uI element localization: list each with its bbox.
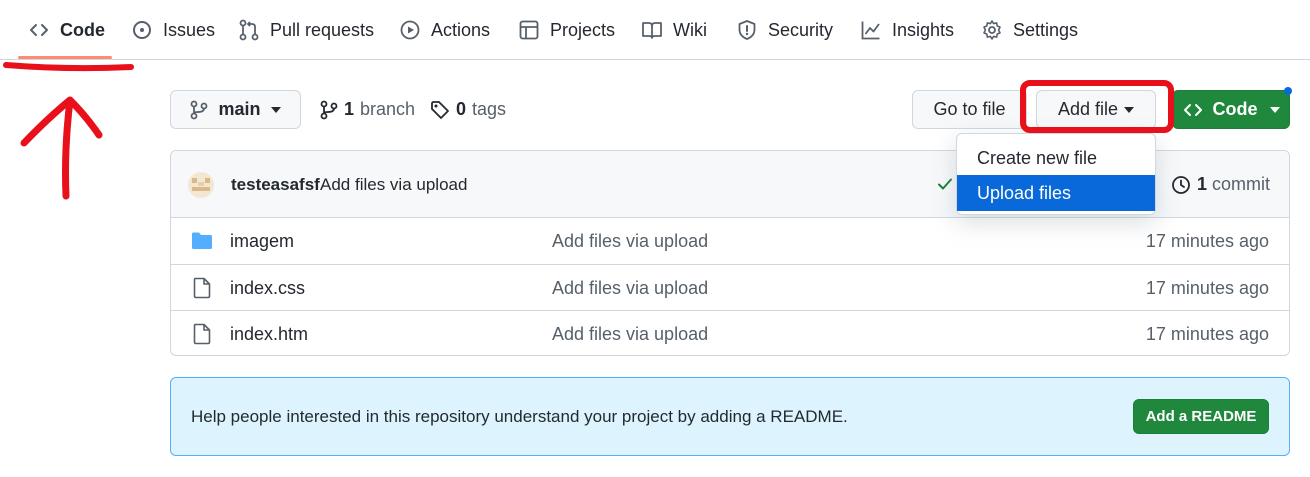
play-icon [399, 19, 421, 41]
table-icon [518, 19, 540, 41]
notification-dot [1284, 87, 1292, 95]
code-button[interactable]: Code [1172, 90, 1290, 129]
tab-actions[interactable]: Actions [399, 0, 490, 60]
chevron-down-icon [270, 106, 281, 113]
commit-message[interactable]: Add files via upload [320, 151, 467, 218]
tab-label: Actions [431, 19, 491, 40]
add-file-label: Add file [1057, 99, 1119, 119]
tag-icon [430, 100, 450, 120]
code-button-label: Code [1212, 99, 1258, 119]
tab-label: Pull requests [270, 19, 375, 40]
readme-banner-text: Help people interested in this repositor… [191, 406, 848, 426]
tab-insights[interactable]: Insights [860, 0, 954, 60]
commit-count: 1 [1197, 174, 1208, 194]
tab-projects[interactable]: Projects [518, 0, 615, 60]
tab-wiki[interactable]: Wiki [641, 0, 707, 60]
tab-selected-underline [18, 56, 112, 59]
branch-name: main [218, 99, 261, 119]
readme-banner: Help people interested in this repositor… [170, 377, 1290, 456]
tab-pull-requests[interactable]: Pull requests [238, 0, 374, 60]
pull-request-icon [238, 19, 260, 41]
branch-count: 1 [344, 99, 355, 119]
file-age: 17 minutes ago [1145, 230, 1269, 251]
menu-item-upload-files[interactable]: Upload files [957, 175, 1155, 211]
file-commit-message[interactable]: Add files via upload [552, 311, 708, 355]
book-icon [641, 19, 663, 41]
go-to-file-button[interactable]: Go to file [912, 90, 1027, 129]
repo-nav: Code Issues Pull requests Actions Projec… [0, 0, 1310, 60]
tab-label: Insights [892, 19, 955, 40]
tab-label: Code [60, 19, 105, 40]
commit-history-link[interactable]: 1 commit [1171, 151, 1270, 218]
tab-label: Issues [163, 19, 216, 40]
tab-label: Settings [1013, 19, 1079, 40]
branch-label: branch [360, 99, 416, 119]
branch-icon [190, 100, 208, 120]
file-name[interactable]: imagem [230, 218, 294, 264]
tag-label: tags [472, 99, 507, 119]
code-icon [1183, 101, 1203, 119]
tab-code[interactable]: Code [28, 0, 105, 60]
file-age: 17 minutes ago [1145, 277, 1269, 298]
menu-item-create-new-file[interactable]: Create new file [957, 140, 1155, 176]
folder-icon [191, 218, 213, 264]
commit-author[interactable]: testeasafsf [231, 151, 320, 218]
graph-icon [860, 19, 882, 41]
tab-label: Wiki [673, 19, 707, 40]
go-to-file-label: Go to file [933, 99, 1006, 119]
branches-link[interactable]: 1 branch [320, 90, 415, 129]
add-readme-label: Add a README [1145, 408, 1257, 425]
file-name[interactable]: index.css [230, 265, 305, 311]
tab-security[interactable]: Security [736, 0, 833, 60]
annotation-underline [3, 62, 134, 72]
tags-link[interactable]: 0 tags [430, 90, 506, 129]
table-row[interactable]: index.htm Add files via upload 17 minute… [171, 310, 1289, 355]
issue-icon [131, 19, 153, 41]
file-commit-message[interactable]: Add files via upload [552, 265, 708, 311]
file-icon [192, 265, 212, 311]
check-icon [936, 175, 954, 193]
file-icon [192, 311, 212, 355]
shield-icon [736, 19, 758, 41]
avatar[interactable] [188, 172, 214, 198]
gear-icon [981, 19, 1003, 41]
add-readme-button[interactable]: Add a README [1133, 399, 1269, 434]
tag-count: 0 [456, 99, 467, 119]
code-icon [28, 19, 50, 41]
branch-select-button[interactable]: main [170, 90, 301, 129]
commit-count-label: commit [1212, 174, 1271, 194]
tab-label: Security [768, 19, 834, 40]
table-row[interactable]: imagem Add files via upload 17 minutes a… [171, 218, 1289, 264]
chevron-down-icon [1269, 106, 1280, 113]
chevron-down-icon [1124, 106, 1135, 113]
tab-issues[interactable]: Issues [131, 0, 215, 60]
table-row[interactable]: index.css Add files via upload 17 minute… [171, 264, 1289, 310]
file-name[interactable]: index.htm [230, 311, 308, 355]
tab-settings[interactable]: Settings [981, 0, 1078, 60]
branch-icon [320, 100, 338, 120]
add-file-button[interactable]: Add file [1036, 90, 1156, 129]
annotation-arrow [20, 96, 103, 200]
tab-label: Projects [550, 19, 616, 40]
history-icon [1171, 175, 1191, 195]
file-commit-message[interactable]: Add files via upload [552, 218, 708, 264]
file-age: 17 minutes ago [1145, 323, 1269, 344]
add-file-dropdown-menu: Create new file Upload files [956, 133, 1156, 215]
